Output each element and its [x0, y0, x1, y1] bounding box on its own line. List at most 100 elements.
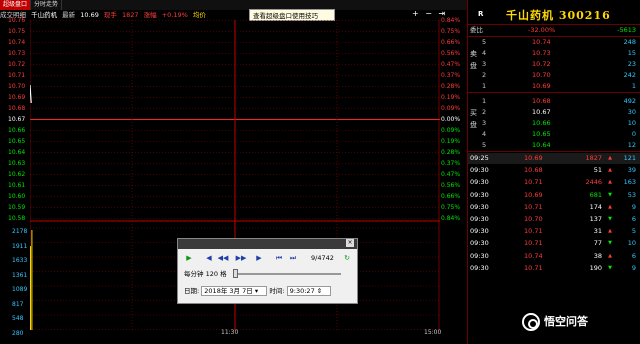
orderbook-row[interactable]: 5 10.74 248: [468, 37, 640, 48]
orderbook-row[interactable]: 2 10.67 30: [468, 107, 640, 118]
tick-time: 09:30: [470, 239, 489, 248]
info-change-value: +0.19%: [161, 11, 188, 19]
orderbook-row[interactable]: 5 10.64 12: [468, 140, 640, 151]
arrow-down-icon: ▼: [608, 240, 612, 247]
time-input[interactable]: 9:30:27 ⇕: [286, 286, 331, 296]
quote-title: 千山药机 300216: [506, 7, 611, 23]
refresh-icon[interactable]: ↻: [341, 253, 353, 264]
arrow-up-icon: ▲: [608, 252, 612, 259]
volume-tick: 1089: [12, 286, 28, 293]
dropdown-arrow-icon: ▾: [254, 287, 259, 295]
level-price: 10.73: [532, 49, 551, 57]
replay-dialog[interactable]: × ▶ ◀ ◀◀ ▶▶ ▶ ⏮ ⏭ 9/4742 ↻ 每分钟 120 格 日期:…: [177, 238, 358, 304]
dialog-titlebar[interactable]: ×: [178, 239, 357, 249]
tick-count: 6: [631, 251, 636, 260]
tick-count: 121: [623, 154, 636, 162]
level-price: 10.72: [532, 60, 551, 68]
speed-row: 每分钟 120 格: [184, 269, 341, 280]
tick-volume: 51: [593, 166, 602, 175]
tick-price: 10.71: [524, 227, 543, 236]
date-picker[interactable]: 2018年 3月 7日 ▾: [201, 286, 268, 296]
step-forward-icon[interactable]: ▶: [253, 253, 265, 264]
volume-bar: [31, 230, 33, 330]
level-volume: 0: [631, 130, 636, 138]
fast-forward-icon[interactable]: ▶▶: [235, 253, 247, 264]
tick-row[interactable]: 09:30 10.71 2446 ▲ 163: [468, 177, 640, 188]
tick-price: 10.69: [524, 190, 543, 199]
tick-price: 10.74: [524, 251, 543, 260]
tick-volume: 31: [593, 227, 602, 236]
orderbook-row[interactable]: 1 10.68 492: [468, 96, 640, 107]
quote-stock-code: 300216: [558, 9, 611, 22]
tick-time: 09:30: [470, 263, 489, 272]
orderbook-row[interactable]: 3 10.72 23: [468, 59, 640, 70]
tick-price: 10.71: [524, 239, 543, 248]
rewind-icon[interactable]: ◀◀: [217, 253, 229, 264]
tick-price: 10.69: [524, 154, 543, 162]
level-price: 10.66: [532, 119, 551, 127]
spinner-icon: ⇕: [316, 287, 323, 295]
tick-row[interactable]: 09:30 10.69 681 ▼ 53: [468, 190, 640, 201]
slider-handle[interactable]: [232, 269, 238, 278]
weibi-value: -32.00%: [528, 26, 556, 34]
tick-row[interactable]: 09:30 10.71 190 ▼ 9: [468, 263, 640, 274]
tick-time: 09:30: [470, 166, 489, 175]
price-tick: 10.74: [8, 39, 26, 46]
level-number: 5: [482, 38, 487, 46]
tick-volume: 137: [589, 215, 602, 223]
volume-tick: 1361: [12, 271, 28, 279]
tick-count: 6: [631, 215, 636, 223]
orderbook-row[interactable]: 3 10.66 10: [468, 118, 640, 129]
speed-slider[interactable]: [232, 269, 341, 278]
play-icon[interactable]: ▶: [183, 253, 195, 264]
percent-tick: 0.75%: [441, 28, 461, 35]
weibi-label: 委比: [470, 26, 483, 34]
close-icon[interactable]: ×: [346, 239, 354, 247]
percent-tick: 0.75%: [441, 204, 461, 211]
info-avg-label: 均价: [192, 11, 206, 19]
info-latest-value: 10.69: [80, 11, 99, 19]
watermark: 悟空问答: [522, 311, 632, 333]
level-number: 1: [482, 82, 487, 90]
tick-count: 163: [623, 178, 636, 187]
tick-time: 09:30: [470, 202, 489, 211]
tab-intraday-chart[interactable]: 分时走势: [31, 0, 63, 10]
tick-row[interactable]: 09:25 10.69 1827 ▲ 121: [468, 153, 640, 164]
orderbook-row[interactable]: 4 10.73 15: [468, 48, 640, 59]
tick-row[interactable]: 09:30 10.74 38 ▲ 6: [468, 251, 640, 262]
tick-row[interactable]: 09:30 10.71 77 ▼ 10: [468, 238, 640, 249]
price-tick: 10.58: [8, 215, 26, 222]
info-stock-name: 千山药机: [31, 11, 58, 19]
skip-start-icon[interactable]: ⏮: [273, 253, 285, 264]
tick-volume: 38: [593, 251, 602, 260]
level-number: 2: [482, 71, 487, 79]
level-price: 10.65: [532, 130, 551, 138]
percent-tick: 0.66%: [441, 39, 461, 46]
percent-tick: 0.56%: [441, 182, 461, 189]
orderbook-row[interactable]: 4 10.65 0: [468, 129, 640, 140]
skip-end-icon[interactable]: ⏭: [287, 253, 299, 264]
tick-volume: 1827: [585, 154, 602, 162]
level-number: 2: [482, 108, 487, 116]
percent-tick: 0.37%: [441, 72, 461, 79]
level-price: 10.70: [532, 71, 551, 79]
tick-row[interactable]: 09:30 10.70 137 ▼ 6: [468, 214, 640, 225]
tick-time: 09:30: [470, 190, 489, 199]
tick-row[interactable]: 09:30 10.68 51 ▲ 39: [468, 165, 640, 176]
tick-count: 5: [631, 227, 636, 236]
tick-time: 09:30: [470, 178, 489, 187]
tick-price: 10.71: [524, 178, 543, 187]
level-number: 3: [482, 119, 487, 127]
tab-super-orderbook[interactable]: 超级盘口: [0, 0, 32, 10]
orderbook-row[interactable]: 2 10.70 242: [468, 70, 640, 81]
level-volume: 15: [627, 49, 636, 57]
volume-tick: 280: [12, 329, 24, 337]
arrow-up-icon: ▲: [608, 167, 612, 174]
tick-count: 9: [631, 202, 636, 211]
percent-tick: 0.09%: [441, 105, 461, 112]
step-back-icon[interactable]: ◀: [203, 253, 215, 264]
level-price: 10.69: [532, 82, 551, 90]
tick-row[interactable]: 09:30 10.71 174 ▲ 9: [468, 202, 640, 213]
orderbook-row[interactable]: 1 10.69 1: [468, 81, 640, 92]
tick-row[interactable]: 09:30 10.71 31 ▲ 5: [468, 226, 640, 237]
